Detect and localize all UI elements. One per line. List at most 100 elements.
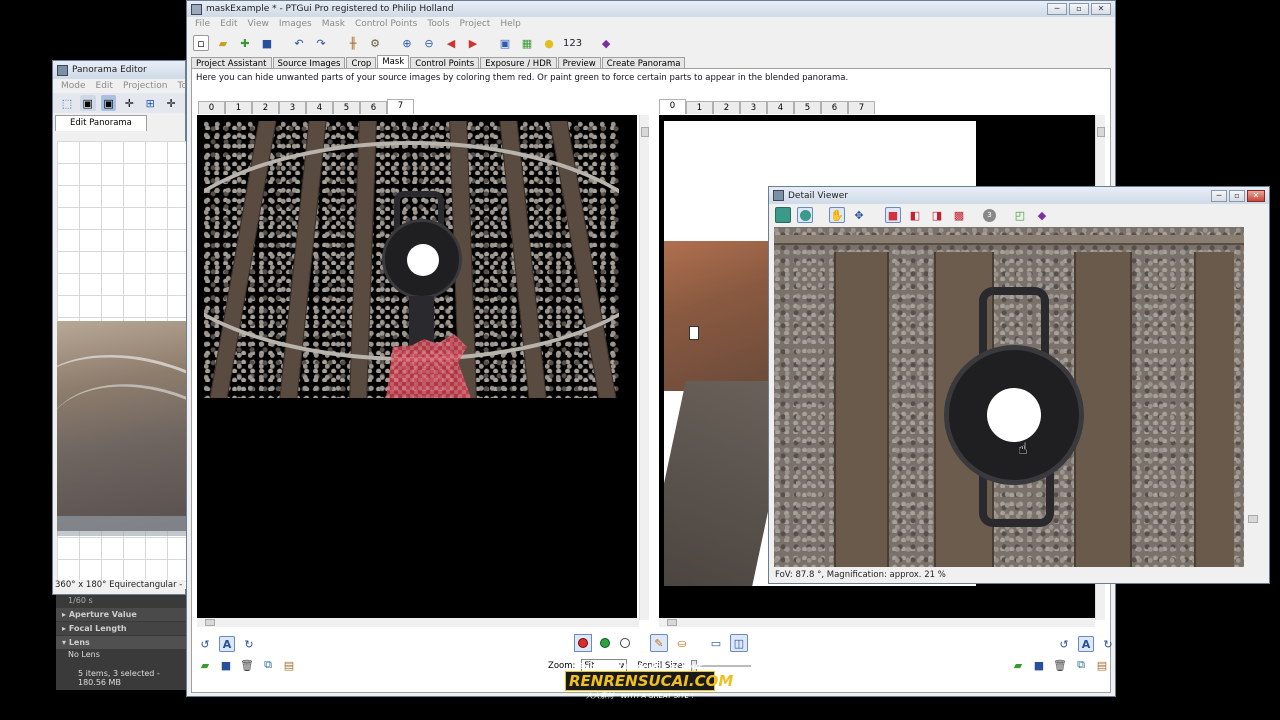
minimize-button[interactable]: ─: [1047, 3, 1067, 15]
pencil-tool-icon[interactable]: ✎: [650, 634, 668, 652]
dv-mask-red-all-icon[interactable]: ▩: [951, 207, 967, 223]
right-tab-3[interactable]: 3: [740, 101, 767, 114]
menu-images[interactable]: Images: [279, 19, 312, 29]
redo-icon[interactable]: ↷: [313, 35, 329, 51]
dv-mask-red-left-icon[interactable]: ◧: [907, 207, 923, 223]
right-paste-mask-icon[interactable]: ▤: [1094, 657, 1110, 673]
dv-image-view-icon[interactable]: [775, 207, 791, 223]
single-view-icon[interactable]: ▭: [708, 635, 724, 651]
dv-move-icon[interactable]: ✥: [851, 207, 867, 223]
dv-vscroll-thumb[interactable]: [1248, 515, 1258, 523]
metadata-item-lens[interactable]: ▾ Lens: [56, 636, 186, 649]
numbering-toggle[interactable]: 123: [563, 38, 582, 49]
left-auto-mask-button[interactable]: A: [219, 636, 235, 652]
left-vertical-scrollbar[interactable]: [639, 115, 649, 620]
right-horizontal-scrollbar[interactable]: [659, 618, 1095, 627]
right-vscroll-thumb[interactable]: [1097, 127, 1105, 137]
dv-help-book-icon[interactable]: ◆: [1034, 207, 1050, 223]
left-rotate-ccw-icon[interactable]: ↺: [197, 636, 213, 652]
right-tab-5[interactable]: 5: [794, 101, 821, 114]
undo-icon[interactable]: ↶: [291, 35, 307, 51]
panorama-editor-titlebar[interactable]: Panorama Editor: [53, 61, 185, 79]
add-images-icon[interactable]: ✚: [237, 35, 253, 51]
left-hscroll-thumb[interactable]: [205, 619, 215, 626]
pe-select-icon[interactable]: ⬚: [59, 95, 75, 111]
right-tab-0[interactable]: 0: [659, 99, 686, 114]
pe-rotate-icon[interactable]: ▣: [100, 95, 117, 111]
save-icon[interactable]: ■: [259, 35, 275, 51]
right-hscroll-thumb[interactable]: [667, 619, 677, 626]
menu-mask[interactable]: Mask: [322, 19, 345, 29]
left-horizontal-scrollbar[interactable]: [197, 618, 639, 627]
dv-number-badge[interactable]: 3: [983, 208, 996, 222]
right-copy-mask-icon[interactable]: ⧉: [1073, 657, 1089, 673]
menu-edit[interactable]: Edit: [220, 19, 237, 29]
left-copy-mask-icon[interactable]: ⧉: [260, 657, 276, 673]
dv-minimize-button[interactable]: ─: [1211, 189, 1227, 202]
dv-close-button[interactable]: ✕: [1247, 189, 1265, 202]
right-load-mask-icon[interactable]: ▰: [1010, 657, 1026, 673]
right-tab-6[interactable]: 6: [821, 101, 848, 114]
dv-hand-tool-icon[interactable]: ✋: [829, 207, 845, 223]
dual-view-icon[interactable]: ◫: [730, 634, 748, 652]
settings-icon[interactable]: ⚙: [367, 35, 383, 51]
dv-mask-red-right-icon[interactable]: ◨: [929, 207, 945, 223]
right-delete-mask-icon[interactable]: 🗑: [1052, 657, 1068, 673]
menu-project[interactable]: Project: [460, 19, 491, 29]
menu-file[interactable]: File: [195, 19, 210, 29]
metadata-item-aperture[interactable]: ▸ Aperture Value: [56, 608, 186, 621]
left-vscroll-thumb[interactable]: [641, 127, 649, 137]
dv-window-layout-icon[interactable]: ◰: [1012, 207, 1028, 223]
pe-menu-mode[interactable]: Mode: [61, 81, 86, 91]
pe-menu-edit[interactable]: Edit: [96, 81, 113, 91]
left-paste-mask-icon[interactable]: ▤: [281, 657, 297, 673]
right-tab-2[interactable]: 2: [713, 101, 740, 114]
menu-control-points[interactable]: Control Points: [355, 19, 417, 29]
left-tab-0[interactable]: 0: [198, 101, 225, 114]
next-image-icon[interactable]: ▶: [465, 35, 481, 51]
left-tab-1[interactable]: 1: [225, 101, 252, 114]
dv-panorama-view-icon[interactable]: [797, 207, 813, 223]
dv-maximize-button[interactable]: ▫: [1229, 189, 1245, 202]
open-project-icon[interactable]: ▰: [215, 35, 231, 51]
left-tab-5[interactable]: 5: [333, 101, 360, 114]
pe-crosshair-icon[interactable]: ✛: [121, 95, 137, 111]
left-tab-7[interactable]: 7: [387, 99, 414, 114]
right-tab-4[interactable]: 4: [767, 101, 794, 114]
left-mask-canvas[interactable]: [197, 115, 637, 620]
zoom-in-icon[interactable]: ⊕: [399, 35, 415, 51]
pe-menu-projection[interactable]: Projection: [123, 81, 168, 91]
previous-image-icon[interactable]: ◀: [443, 35, 459, 51]
right-auto-mask-button[interactable]: A: [1078, 636, 1094, 652]
dv-mask-red-icon[interactable]: ■: [885, 207, 901, 223]
left-delete-mask-icon[interactable]: 🗑: [239, 657, 255, 673]
maximize-button[interactable]: ▫: [1069, 3, 1089, 15]
clear-brush-button[interactable]: [618, 636, 632, 650]
dv-canvas[interactable]: ☝: [774, 227, 1244, 567]
menu-tools[interactable]: Tools: [427, 19, 449, 29]
fill-tool-icon[interactable]: ⛀: [674, 635, 690, 651]
align-images-icon[interactable]: ╫: [345, 35, 361, 51]
left-tab-6[interactable]: 6: [360, 101, 387, 114]
red-brush-button[interactable]: [574, 634, 592, 652]
left-tab-3[interactable]: 3: [279, 101, 306, 114]
book-help-icon[interactable]: ◆: [598, 35, 614, 51]
left-rotate-cw-icon[interactable]: ↻: [241, 636, 257, 652]
right-save-mask-icon[interactable]: ■: [1031, 657, 1047, 673]
dv-vertical-scrollbar[interactable]: [1247, 227, 1259, 567]
left-load-mask-icon[interactable]: ▰: [197, 657, 213, 673]
pe-fit-icon[interactable]: ⊞: [142, 95, 158, 111]
main-titlebar[interactable]: maskExample * - PTGui Pro registered to …: [187, 1, 1115, 17]
right-tab-7[interactable]: 7: [848, 101, 875, 114]
pe-move-image-icon[interactable]: ▣: [79, 95, 96, 111]
pe-tab-edit-panorama[interactable]: Edit Panorama: [55, 115, 147, 131]
pe-canvas[interactable]: [57, 141, 187, 589]
control-point-table-icon[interactable]: ▦: [519, 35, 535, 51]
panorama-editor-icon[interactable]: ▣: [497, 35, 513, 51]
green-brush-button[interactable]: [598, 636, 612, 650]
menu-view[interactable]: View: [248, 19, 269, 29]
right-rotate-ccw-icon[interactable]: ↺: [1056, 636, 1072, 652]
menu-help[interactable]: Help: [500, 19, 521, 29]
left-tab-4[interactable]: 4: [306, 101, 333, 114]
right-rotate-cw-icon[interactable]: ↻: [1100, 636, 1116, 652]
